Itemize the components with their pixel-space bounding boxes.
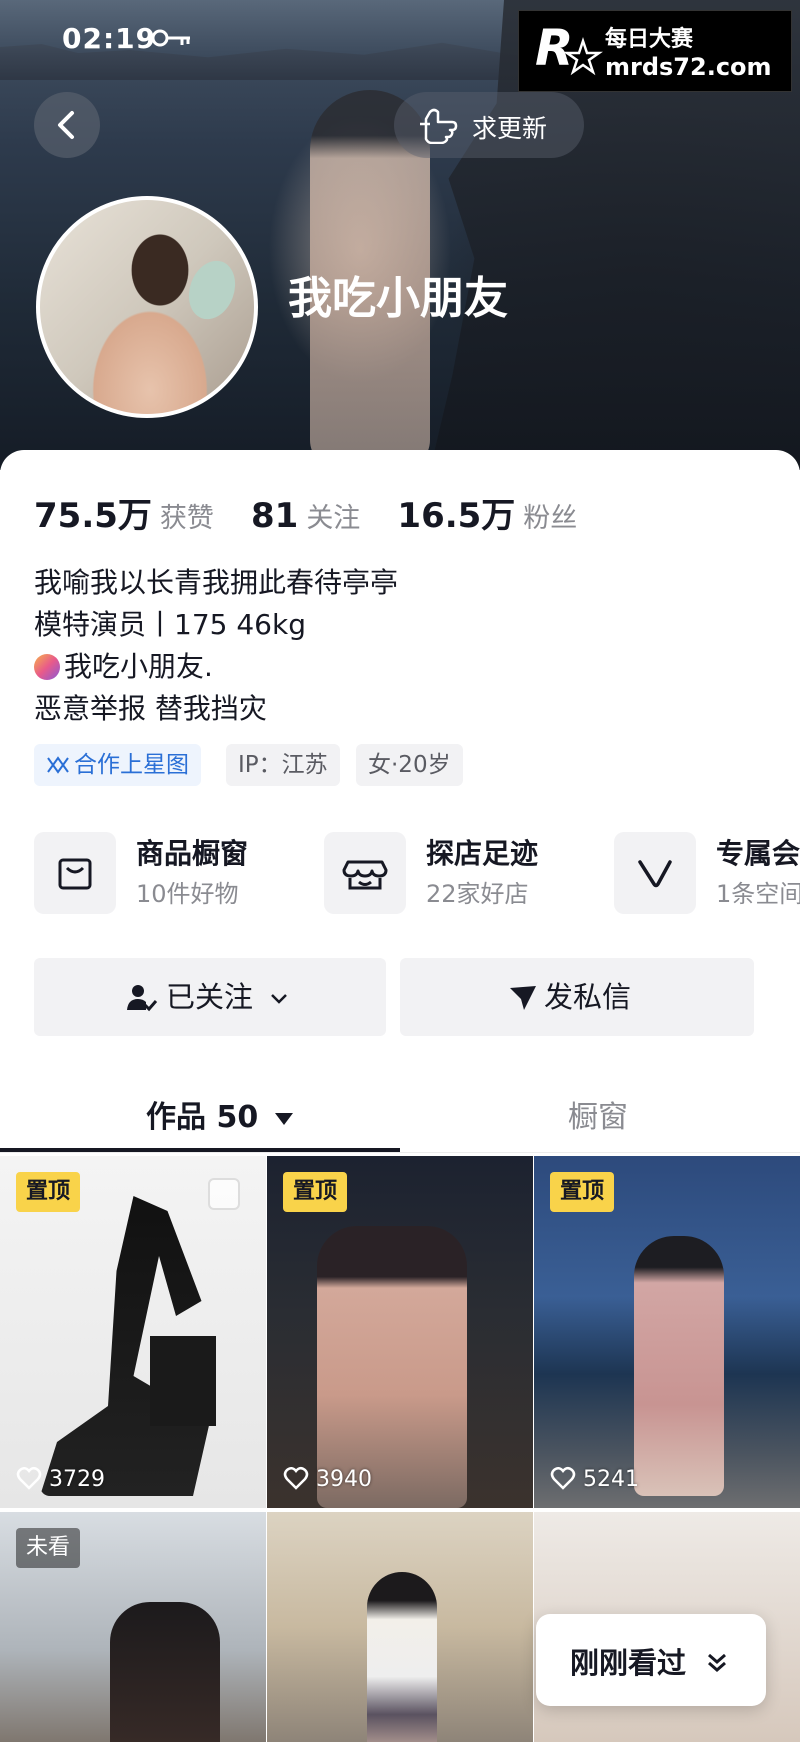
request-update-button[interactable]: 求更新 — [394, 92, 584, 158]
user-check-icon — [127, 985, 158, 1012]
stat-following-label: 关注 — [306, 503, 361, 534]
tag-ip: IP：江苏 — [226, 744, 340, 786]
shortcut-title: 探店足迹 — [426, 837, 539, 870]
video-tile[interactable]: 置顶 3940 — [267, 1156, 533, 1508]
pinned-badge: 置顶 — [283, 1172, 348, 1212]
bio: 我喻我以长青我拥此春待亭亭 模特演员丨175 46kg 我吃小朋友. 恶意举报 … — [34, 562, 398, 730]
stat-likes-value: 75.5万 — [34, 496, 152, 536]
sweet-potato-emoji-icon — [34, 654, 60, 680]
message-label: 发私信 — [544, 980, 632, 1014]
tag-cooperation-label: 合作上星图 — [74, 752, 189, 778]
hand-point-icon — [420, 108, 458, 144]
video-tile[interactable]: 未看 — [0, 1512, 266, 1742]
recently-viewed-button[interactable]: 刚刚看过 — [536, 1614, 766, 1706]
watermark-url: mrds72.com — [605, 53, 772, 81]
shortcut-subtitle: 1条空间 — [716, 880, 800, 908]
following-button[interactable]: 已关注 — [34, 958, 386, 1036]
shortcut-box — [614, 832, 696, 914]
shortcut-subtitle: 22家好店 — [426, 880, 529, 908]
video-likes: 5241 — [550, 1466, 639, 1492]
send-icon — [510, 986, 536, 1010]
shopping-bag-icon — [58, 858, 92, 890]
request-update-label: 求更新 — [472, 114, 548, 143]
shortcut-store-visits[interactable]: 探店足迹 22家好店 — [324, 828, 584, 918]
video-thumbnail-figure — [110, 1602, 220, 1742]
stat-likes[interactable]: 75.5万 获赞 — [34, 496, 251, 536]
avatar-plate — [181, 254, 243, 326]
unseen-badge: 未看 — [16, 1528, 81, 1568]
avatar[interactable] — [36, 196, 258, 418]
stat-followers[interactable]: 16.5万 粉丝 — [397, 496, 609, 536]
bio-line-3-row: 我吃小朋友. — [34, 646, 398, 688]
svg-text:R: R — [535, 19, 574, 77]
star-map-icon — [47, 756, 69, 774]
video-likes: 3940 — [283, 1466, 372, 1492]
storefront-icon — [342, 860, 388, 890]
video-likes-count: 3940 — [316, 1467, 372, 1492]
status-time: 02:19 — [62, 22, 157, 55]
tab-divider — [0, 1152, 800, 1153]
watermark-logo-icon: R — [535, 19, 603, 77]
username: 我吃小朋友 — [288, 273, 508, 324]
shortcut-title: 专属会 — [716, 837, 800, 870]
chevron-down-icon — [271, 994, 288, 1004]
key-icon — [151, 29, 190, 47]
watermark-title: 每日大赛 — [605, 27, 694, 52]
stat-followers-label: 粉丝 — [523, 503, 578, 534]
tag-cooperation[interactable]: 合作上星图 — [34, 744, 201, 786]
video-likes-count: 3729 — [49, 1467, 105, 1492]
select-checkbox[interactable] — [208, 1178, 240, 1210]
stat-likes-label: 获赞 — [159, 503, 214, 534]
recently-viewed-label: 刚刚看过 — [570, 1640, 730, 1682]
recently-viewed-text: 刚刚看过 — [570, 1646, 687, 1680]
v-badge-icon — [638, 860, 672, 888]
video-thumbnail-figure — [367, 1572, 437, 1742]
profile-header: 02:19 R 每日大赛 mrds72.com 求更新 我吃小朋友 — [0, 0, 800, 470]
shortcut-box — [34, 832, 116, 914]
pinned-badge: 置顶 — [16, 1172, 81, 1212]
bio-line-3: 我吃小朋友. — [64, 650, 213, 683]
following-label: 已关注 — [166, 980, 254, 1014]
heart-icon — [550, 1467, 576, 1490]
video-likes: 3729 — [16, 1466, 105, 1492]
double-chevron-down-icon — [708, 1653, 727, 1672]
bio-line-4: 恶意举报 替我挡灾 — [34, 692, 267, 725]
video-thumbnail-figure — [634, 1236, 724, 1496]
shortcut-subtitle: 10件好物 — [136, 880, 239, 908]
heart-icon — [283, 1467, 309, 1490]
stats-row: 75.5万 获赞 81 关注 16.5万 粉丝 — [34, 488, 609, 537]
tab-works[interactable]: 作品 50 — [146, 1092, 295, 1136]
bio-line-2: 模特演员丨175 46kg — [34, 608, 306, 641]
shortcut-exclusive[interactable]: 专属会 1条空间 — [614, 828, 800, 918]
censor-block — [150, 1336, 216, 1426]
stat-followers-value: 16.5万 — [397, 496, 516, 536]
heart-icon — [16, 1467, 42, 1490]
caret-down-icon — [274, 1113, 293, 1125]
watermark: R 每日大赛 mrds72.com — [518, 10, 792, 92]
video-tile[interactable]: 置顶 3729 — [0, 1156, 266, 1508]
shortcut-showcase[interactable]: 商品橱窗 10件好物 — [34, 828, 294, 918]
stat-following-value: 81 — [250, 496, 299, 536]
video-likes-count: 5241 — [583, 1467, 639, 1492]
pinned-badge: 置顶 — [550, 1172, 615, 1212]
shortcut-box — [324, 832, 406, 914]
stat-following[interactable]: 81 关注 — [251, 496, 397, 536]
chevron-left-icon — [58, 111, 74, 139]
video-tile[interactable] — [267, 1512, 533, 1742]
shortcut-title: 商品橱窗 — [136, 837, 249, 870]
message-button[interactable]: 发私信 — [400, 958, 754, 1036]
profile-card: 75.5万 获赞 81 关注 16.5万 粉丝 我喻我以长青我拥此春待亭亭 模特演员丨… — [0, 450, 800, 1742]
tag-gender-age: 女·20岁 — [356, 744, 463, 786]
bio-line-1: 我喻我以长青我拥此春待亭亭 — [34, 566, 399, 599]
tab-works-label: 作品 50 — [146, 1100, 259, 1135]
back-button[interactable] — [34, 92, 100, 158]
video-tile[interactable]: 置顶 5241 — [534, 1156, 800, 1508]
tab-showcase[interactable]: 橱窗 — [568, 1092, 628, 1136]
